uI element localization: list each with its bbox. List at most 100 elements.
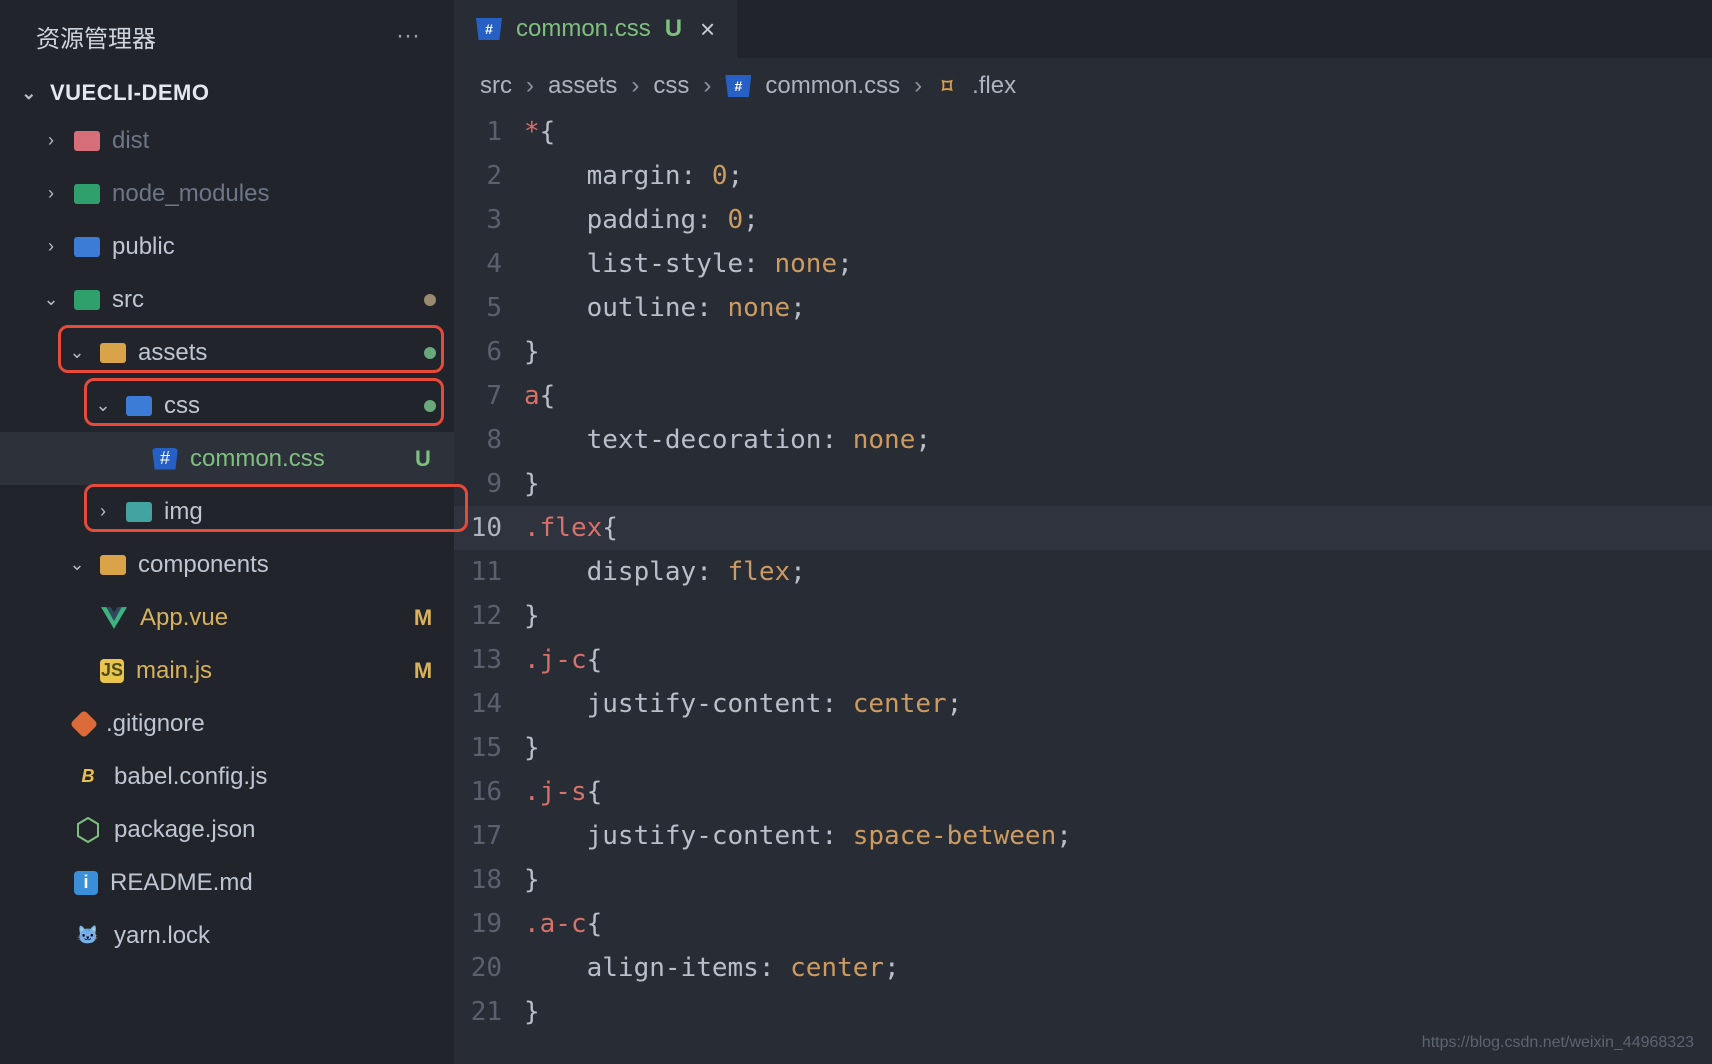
- code-line[interactable]: 3 padding: 0;: [454, 198, 1712, 242]
- symbol-icon: ⌑: [936, 75, 958, 97]
- tree-folder[interactable]: ›dist: [0, 114, 454, 167]
- code-line[interactable]: 13.j-c{: [454, 638, 1712, 682]
- code-content: outline: none;: [524, 286, 1712, 330]
- line-number: 5: [454, 286, 524, 330]
- code-line[interactable]: 18}: [454, 858, 1712, 902]
- code-line[interactable]: 17 justify-content: space-between;: [454, 814, 1712, 858]
- code-content: }: [524, 858, 1712, 902]
- code-line[interactable]: 6}: [454, 330, 1712, 374]
- file-tree: ›dist›node_modules›public⌄src⌄assets⌄css…: [0, 114, 454, 974]
- tree-folder[interactable]: ⌄css: [0, 379, 454, 432]
- tree-folder[interactable]: ›img: [0, 485, 454, 538]
- breadcrumb-item[interactable]: src: [480, 72, 512, 100]
- tab-filename: common.css: [516, 15, 651, 43]
- tree-item-label: node_modules: [112, 180, 436, 208]
- code-line[interactable]: 2 margin: 0;: [454, 154, 1712, 198]
- code-content: .a-c{: [524, 902, 1712, 946]
- chevron-down-icon: ⌄: [92, 395, 114, 416]
- project-name: VUECLI-DEMO: [50, 80, 210, 106]
- tab-git-status: U: [665, 15, 682, 43]
- tree-item-label: common.css: [190, 445, 398, 473]
- breadcrumb-item[interactable]: common.css: [765, 72, 900, 100]
- code-line[interactable]: 12}: [454, 594, 1712, 638]
- tree-file[interactable]: iREADME.md: [0, 856, 454, 909]
- tree-file[interactable]: App.vue M: [0, 591, 454, 644]
- tree-folder[interactable]: ⌄ assets: [0, 326, 454, 379]
- line-number: 10: [454, 506, 524, 550]
- breadcrumb-separator-icon: ›: [914, 72, 922, 100]
- code-line[interactable]: 4 list-style: none;: [454, 242, 1712, 286]
- tree-folder[interactable]: › node_modules: [0, 167, 454, 220]
- tree-item-label: main.js: [136, 657, 398, 685]
- line-number: 2: [454, 154, 524, 198]
- code-content: .j-s{: [524, 770, 1712, 814]
- breadcrumb-item[interactable]: css: [653, 72, 689, 100]
- watermark: https://blog.csdn.net/weixin_44968323: [1422, 1034, 1694, 1052]
- tree-file[interactable]: #common.cssU: [0, 432, 454, 485]
- more-icon[interactable]: ···: [388, 18, 428, 54]
- git-status-badge: M: [410, 658, 436, 684]
- breadcrumb: src›assets›css›#common.css›⌑.flex: [454, 58, 1712, 110]
- code-content: padding: 0;: [524, 198, 1712, 242]
- tree-file[interactable]: 🐱yarn.lock: [0, 909, 454, 962]
- tree-folder[interactable]: ⌄src: [0, 273, 454, 326]
- code-line[interactable]: 19.a-c{: [454, 902, 1712, 946]
- close-icon[interactable]: ×: [700, 14, 715, 45]
- code-line[interactable]: 11 display: flex;: [454, 550, 1712, 594]
- code-content: align-items: center;: [524, 946, 1712, 990]
- code-content: margin: 0;: [524, 154, 1712, 198]
- node-icon: [74, 816, 102, 844]
- code-content: .flex{: [524, 506, 1712, 550]
- code-content: }: [524, 462, 1712, 506]
- code-content: justify-content: center;: [524, 682, 1712, 726]
- code-line[interactable]: 7a{: [454, 374, 1712, 418]
- chevron-down-icon: ⌄: [66, 554, 88, 575]
- code-line[interactable]: 16.j-s{: [454, 770, 1712, 814]
- line-number: 12: [454, 594, 524, 638]
- code-content: display: flex;: [524, 550, 1712, 594]
- editor-tab[interactable]: #common.cssU×: [454, 0, 737, 58]
- code-line[interactable]: 8 text-decoration: none;: [454, 418, 1712, 462]
- folder-icon: [100, 343, 126, 363]
- tree-file[interactable]: Bbabel.config.js: [0, 750, 454, 803]
- code-area[interactable]: 1*{2 margin: 0;3 padding: 0;4 list-style…: [454, 110, 1712, 1064]
- line-number: 19: [454, 902, 524, 946]
- code-line[interactable]: 9}: [454, 462, 1712, 506]
- code-line[interactable]: 14 justify-content: center;: [454, 682, 1712, 726]
- line-number: 21: [454, 990, 524, 1034]
- tree-file[interactable]: JSmain.jsM: [0, 644, 454, 697]
- chevron-right-icon: ›: [40, 236, 62, 257]
- breadcrumb-item[interactable]: assets: [548, 72, 617, 100]
- tree-item-label: yarn.lock: [114, 922, 436, 950]
- git-status-badge: M: [410, 605, 436, 631]
- tree-file[interactable]: package.json: [0, 803, 454, 856]
- code-line[interactable]: 21}: [454, 990, 1712, 1034]
- chevron-right-icon: ›: [92, 501, 114, 522]
- chevron-right-icon: ›: [40, 183, 62, 204]
- breadcrumb-item[interactable]: .flex: [972, 72, 1016, 100]
- css-icon: #: [725, 75, 751, 97]
- tree-item-label: App.vue: [140, 604, 398, 632]
- line-number: 16: [454, 770, 524, 814]
- line-number: 15: [454, 726, 524, 770]
- tree-item-label: assets: [138, 339, 412, 367]
- line-number: 3: [454, 198, 524, 242]
- tree-item-label: babel.config.js: [114, 763, 436, 791]
- chevron-down-icon: ⌄: [66, 342, 88, 363]
- breadcrumb-separator-icon: ›: [631, 72, 639, 100]
- code-line[interactable]: 20 align-items: center;: [454, 946, 1712, 990]
- code-line[interactable]: 5 outline: none;: [454, 286, 1712, 330]
- tree-item-label: src: [112, 286, 412, 314]
- code-line[interactable]: 1*{: [454, 110, 1712, 154]
- code-line[interactable]: 15}: [454, 726, 1712, 770]
- explorer-title: 资源管理器: [36, 19, 156, 54]
- folder-icon: [74, 184, 100, 204]
- code-line[interactable]: 10.flex{: [454, 506, 1712, 550]
- folder-icon: [74, 237, 100, 257]
- tree-folder[interactable]: ›public: [0, 220, 454, 273]
- tree-item-label: components: [138, 551, 436, 579]
- tree-folder[interactable]: ⌄ components: [0, 538, 454, 591]
- project-root[interactable]: ⌄ VUECLI-DEMO: [0, 72, 454, 114]
- tree-file[interactable]: .gitignore: [0, 697, 454, 750]
- code-content: justify-content: space-between;: [524, 814, 1712, 858]
